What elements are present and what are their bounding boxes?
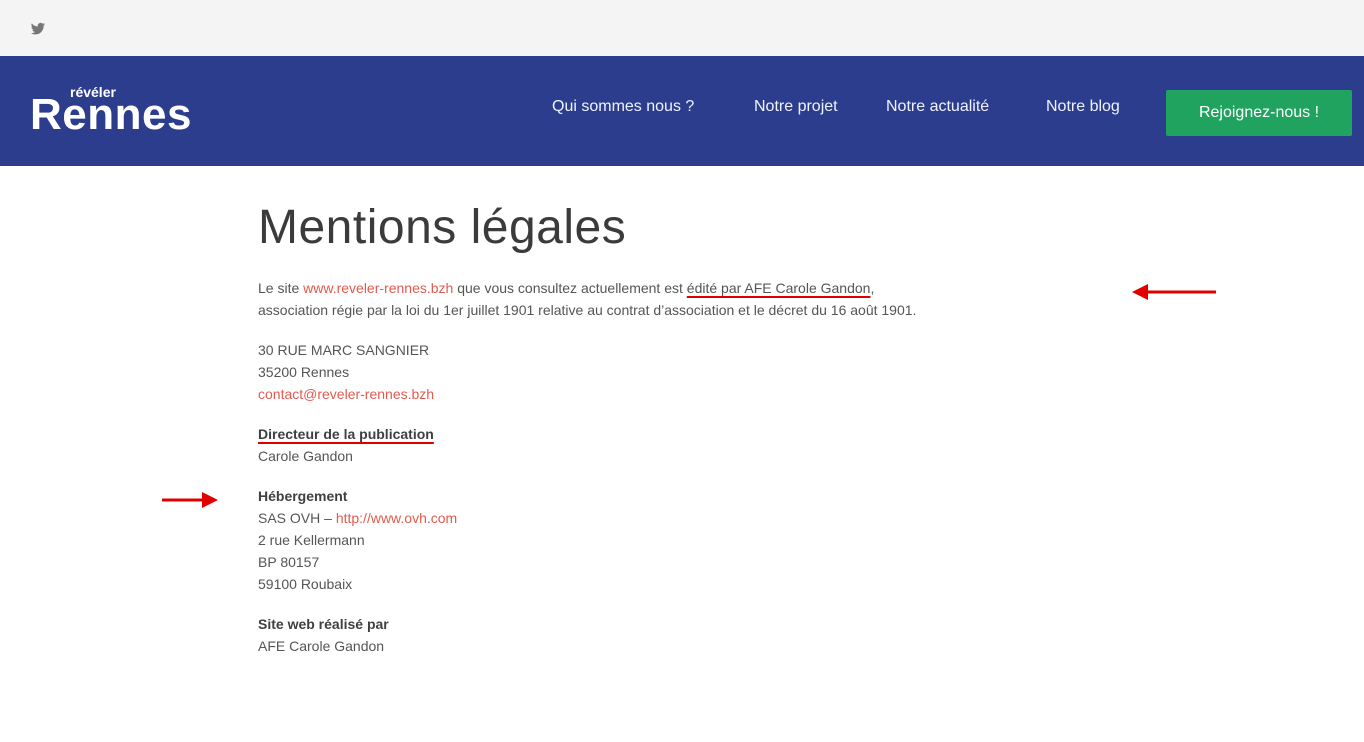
director-block: Directeur de la publication Carole Gando… <box>258 423 1118 467</box>
ovh-link[interactable]: http://www.ovh.com <box>336 510 457 526</box>
join-button[interactable]: Rejoignez-nous ! <box>1166 90 1352 136</box>
hosting-heading: Hébergement <box>258 488 348 504</box>
annotation-right-arrow <box>162 492 218 508</box>
intro-text-a: Le site <box>258 280 304 296</box>
made-by-block: Site web réalisé par AFE Carole Gandon <box>258 613 1118 657</box>
nav-link-notre-projet[interactable]: Notre projet <box>754 90 838 124</box>
page-title: Mentions légales <box>258 201 627 254</box>
nav-link-notre-actualite[interactable]: Notre actualité <box>886 90 989 124</box>
director-heading: Directeur de la publication <box>258 426 434 442</box>
logo-big-text: Rennes <box>30 90 192 139</box>
hosting-line-4: 59100 Roubaix <box>258 576 353 592</box>
intro-paragraph: Le site www.reveler-rennes.bzh que vous … <box>258 277 1118 321</box>
intro-text-c: , <box>870 280 875 296</box>
made-by-name: AFE Carole Gandon <box>258 638 385 654</box>
site-link[interactable]: www.reveler-rennes.bzh <box>303 280 453 296</box>
contact-email-link[interactable]: contact@reveler-rennes.bzh <box>258 386 434 402</box>
twitter-icon[interactable] <box>30 22 46 36</box>
address-line-1: 30 RUE MARC SANGNIER <box>258 342 430 358</box>
main-content: Mentions légales Le site www.reveler-ren… <box>258 200 1118 675</box>
intro-text-d: association régie par la loi du 1er juil… <box>258 302 917 318</box>
hosting-line-1-text: SAS OVH – <box>258 510 336 526</box>
address-line-2: 35200 Rennes <box>258 364 350 380</box>
site-logo[interactable]: révéler Rennes <box>30 78 230 148</box>
nav-link-notre-blog[interactable]: Notre blog <box>1046 90 1120 124</box>
editor-highlight: édité par AFE Carole Gandon <box>686 280 871 296</box>
intro-text-b: que vous consultez actuellement est <box>453 280 687 296</box>
address-block: 30 RUE MARC SANGNIER 35200 Rennes contac… <box>258 339 1118 405</box>
hosting-line-3: BP 80157 <box>258 554 320 570</box>
hosting-block: Hébergement SAS OVH – http://www.ovh.com… <box>258 485 1118 595</box>
nav-link-qui-sommes-nous[interactable]: Qui sommes nous ? <box>552 90 694 124</box>
director-name: Carole Gandon <box>258 448 353 464</box>
made-by-heading: Site web réalisé par <box>258 616 389 632</box>
hosting-line-2: 2 rue Kellermann <box>258 532 365 548</box>
annotation-left-arrow <box>1132 284 1216 300</box>
top-social-bar <box>0 0 1364 56</box>
